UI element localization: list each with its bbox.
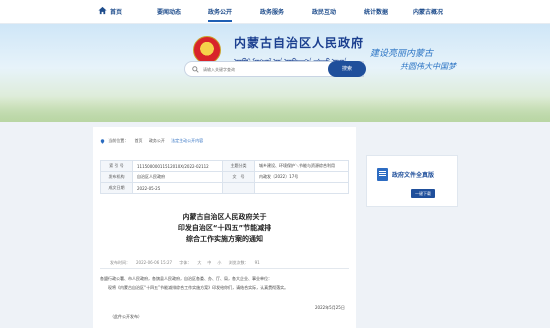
table-row: 发布机构 自治区人民政府 文 号 内政发〔2022〕17号 — [100, 171, 349, 183]
nav-item-statistics[interactable]: 统计数据 — [364, 7, 388, 16]
nav-item-news[interactable]: 要闻动态 — [157, 7, 181, 16]
font-size-large[interactable]: 大 — [197, 260, 201, 265]
nav-item-home[interactable]: 首页 — [110, 7, 122, 16]
font-size-small[interactable]: 小 — [217, 260, 221, 265]
site-title[interactable]: 内蒙古自治区人民政府 — [234, 34, 364, 51]
meta-value: 自治区人民政府 — [132, 171, 223, 183]
document-title-line: 印发自治区“十四五”节能减排 — [177, 224, 272, 232]
breadcrumb: 当前位置： 首页 政务公开 法定主动公开内容 — [100, 138, 208, 144]
main-content: 当前位置： 首页 政务公开 法定主动公开内容 索 引 号 11150000011… — [93, 127, 356, 328]
meta-key: 发布机构 — [100, 171, 133, 183]
meta-key — [222, 182, 255, 194]
search-icon — [192, 66, 199, 73]
publish-time: 2022-06-06 15:27 — [136, 260, 173, 265]
document-title: 内蒙古自治区人民政府关于 印发自治区“十四五”节能减排 综合工作实施方案的通知 — [93, 212, 356, 245]
document-date: 2022年5月25日 — [315, 305, 345, 310]
font-size-label: 字体： — [179, 260, 192, 265]
nav-item-overview[interactable]: 内蒙古概况 — [413, 7, 443, 16]
table-row: 成文日期 2022-05-25 — [100, 182, 349, 194]
home-icon[interactable] — [98, 6, 107, 15]
breadcrumb-current[interactable]: 法定主动公开内容 — [171, 138, 203, 143]
publish-note: （此件公开发布） — [110, 314, 142, 319]
slogan-line-2: 共圆伟大中国梦 — [400, 62, 456, 71]
table-row: 索 引 号 11150000011512010X/2022-02112 主题分类… — [100, 160, 349, 172]
breadcrumb-gov-open[interactable]: 政务公开 — [149, 138, 165, 143]
body-paragraph: 各盟行政公署、市人民政府，各旗县人民政府，自治区各委、办、厅、局，各大企业、事业… — [100, 276, 272, 281]
meta-key: 索 引 号 — [100, 160, 133, 172]
breadcrumb-prefix: 当前位置： — [108, 138, 129, 143]
meta-value: 城乡建设、环境保护＼节能与资源综合利用 — [254, 160, 349, 172]
full-text-panel: 政府文件全真版 一键下载 — [366, 155, 458, 207]
meta-value: 11150000011512010X/2022-02112 — [132, 160, 223, 172]
font-size-medium[interactable]: 中 — [207, 260, 211, 265]
download-button[interactable]: 一键下载 — [411, 189, 435, 198]
document-title-line: 内蒙古自治区人民政府关于 — [182, 213, 267, 221]
national-emblem-icon — [193, 36, 221, 64]
meta-value: 2022-05-25 — [132, 182, 223, 194]
nav-item-gov-service[interactable]: 政务服务 — [260, 7, 284, 16]
slogan-line-1: 建设亮丽内蒙古 — [370, 49, 434, 59]
meta-key: 文 号 — [222, 171, 255, 183]
meta-value — [254, 182, 349, 194]
document-title-line: 综合工作实施方案的通知 — [186, 235, 263, 243]
publish-time-label: 发布时间： — [110, 260, 130, 265]
views-count: 91 — [254, 260, 260, 265]
location-pin-icon — [100, 138, 105, 144]
body-paragraph: 现将《内蒙古自治区“十四五”节能减排综合工作实施方案》印发给你们，请结合实际，认… — [100, 285, 289, 290]
nav-item-interaction[interactable]: 政民互动 — [312, 7, 336, 16]
breadcrumb-home[interactable]: 首页 — [135, 138, 143, 143]
views-label: 浏览次数： — [228, 260, 249, 265]
document-meta-table: 索 引 号 11150000011512010X/2022-02112 主题分类… — [100, 160, 349, 194]
nav-item-gov-open[interactable]: 政务公开 — [208, 7, 233, 22]
meta-value: 内政发〔2022〕17号 — [254, 171, 349, 183]
full-text-title[interactable]: 政府文件全真版 — [392, 170, 434, 179]
top-nav: 首页 要闻动态 政务公开 政务服务 政民互动 统计数据 内蒙古概况 — [0, 0, 550, 24]
document-info-bar: 发布时间： 2022-06-06 15:27 字体： 大 中 小 浏览次数： 91 — [110, 260, 266, 266]
document-icon — [377, 168, 388, 181]
search-button[interactable]: 搜索 — [328, 61, 366, 77]
meta-key: 主题分类 — [222, 160, 255, 172]
meta-key: 成文日期 — [100, 182, 133, 194]
divider — [100, 268, 349, 269]
grassland-decoration — [0, 96, 550, 122]
